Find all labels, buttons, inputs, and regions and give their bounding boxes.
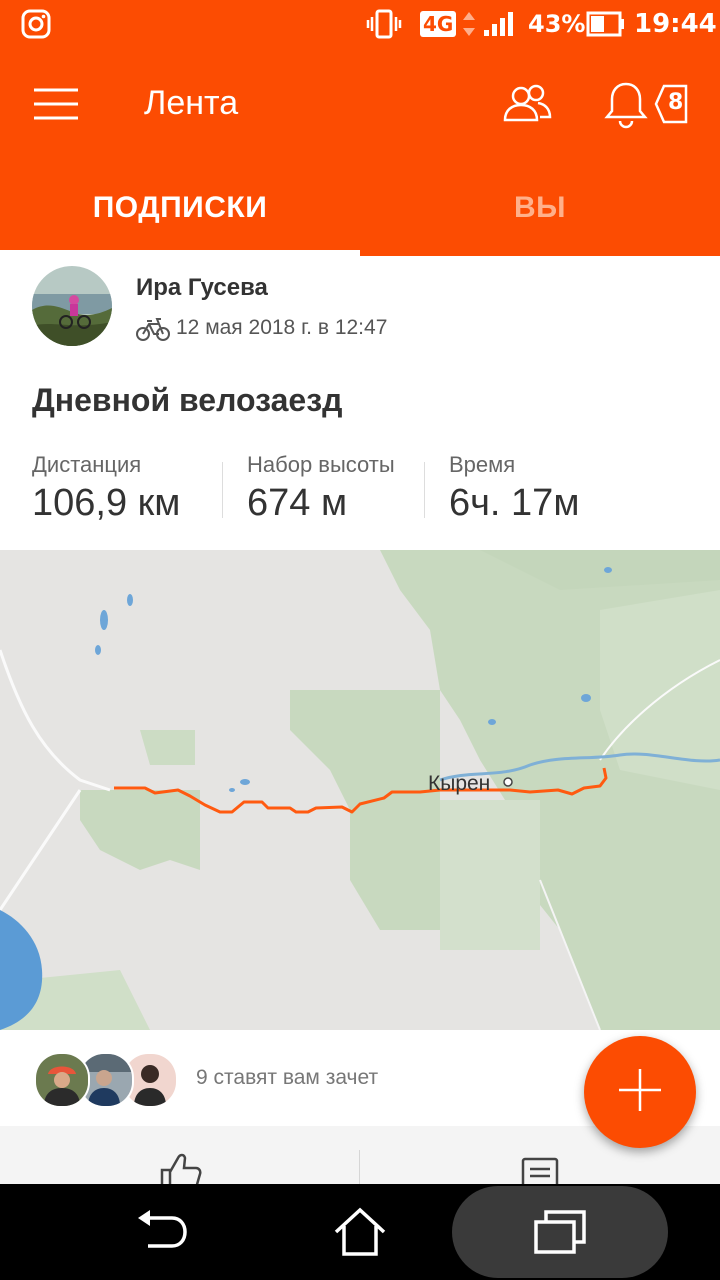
avatar[interactable] [32, 266, 112, 346]
distance-value: 106,9 км [32, 482, 181, 524]
signal-icon [460, 0, 518, 48]
add-activity-button[interactable] [584, 1036, 696, 1148]
action-divider [359, 1150, 360, 1184]
activity-title[interactable]: Дневной велозаезд [32, 382, 342, 419]
vibrate-icon [366, 0, 402, 48]
home-icon[interactable] [332, 1206, 388, 1262]
bell-icon [604, 80, 648, 134]
battery-level: 43% [528, 10, 586, 38]
page-title: Лента [144, 84, 239, 122]
recents-button[interactable] [452, 1186, 668, 1278]
activity-date: 12 мая 2018 г. в 12:47 [176, 316, 388, 339]
instagram-icon [20, 0, 52, 48]
stat-divider [222, 462, 223, 518]
status-bar: 4G 43% 19:44 [0, 0, 720, 48]
tab-following[interactable]: ПОДПИСКИ [0, 160, 360, 256]
back-icon[interactable] [134, 1208, 188, 1260]
kudos-text: 9 ставят вам зачет [196, 1066, 379, 1089]
tab-you-label: ВЫ [513, 191, 567, 224]
map-place-label: Кырен [428, 772, 491, 795]
tab-you[interactable]: ВЫ [360, 160, 720, 256]
tab-following-label: ПОДПИСКИ [92, 191, 268, 224]
notification-count: 8 [668, 90, 684, 115]
time-label: Время [449, 452, 516, 477]
time-value: 6ч. 17м [449, 482, 580, 524]
plus-icon [617, 1067, 663, 1117]
thumbs-up-icon[interactable] [158, 1150, 202, 1184]
distance-label: Дистанция [32, 452, 142, 477]
avatar [34, 1052, 90, 1108]
notification-badge: 8 [654, 84, 688, 124]
activity-card[interactable]: Ира Гусева 12 мая 2018 г. в 12:47 Дневно… [0, 256, 720, 550]
menu-icon[interactable] [32, 84, 80, 124]
athlete-name[interactable]: Ира Гусева [136, 274, 268, 302]
comment-icon[interactable] [520, 1156, 560, 1184]
battery-icon [586, 0, 626, 48]
notifications-button[interactable]: 8 [604, 80, 696, 132]
route-map[interactable]: Кырен [0, 550, 720, 1030]
elevation-value: 674 м [247, 482, 348, 524]
clock: 19:44 [634, 9, 717, 39]
people-icon[interactable] [502, 84, 552, 124]
network-type: 4G [420, 11, 457, 37]
stat-divider [424, 462, 425, 518]
feed-tabs: ПОДПИСКИ ВЫ [0, 160, 720, 256]
bike-icon [136, 316, 170, 346]
elevation-label: Набор высоты [247, 452, 395, 477]
system-nav-bar [0, 1184, 720, 1280]
recents-icon [532, 1206, 588, 1262]
